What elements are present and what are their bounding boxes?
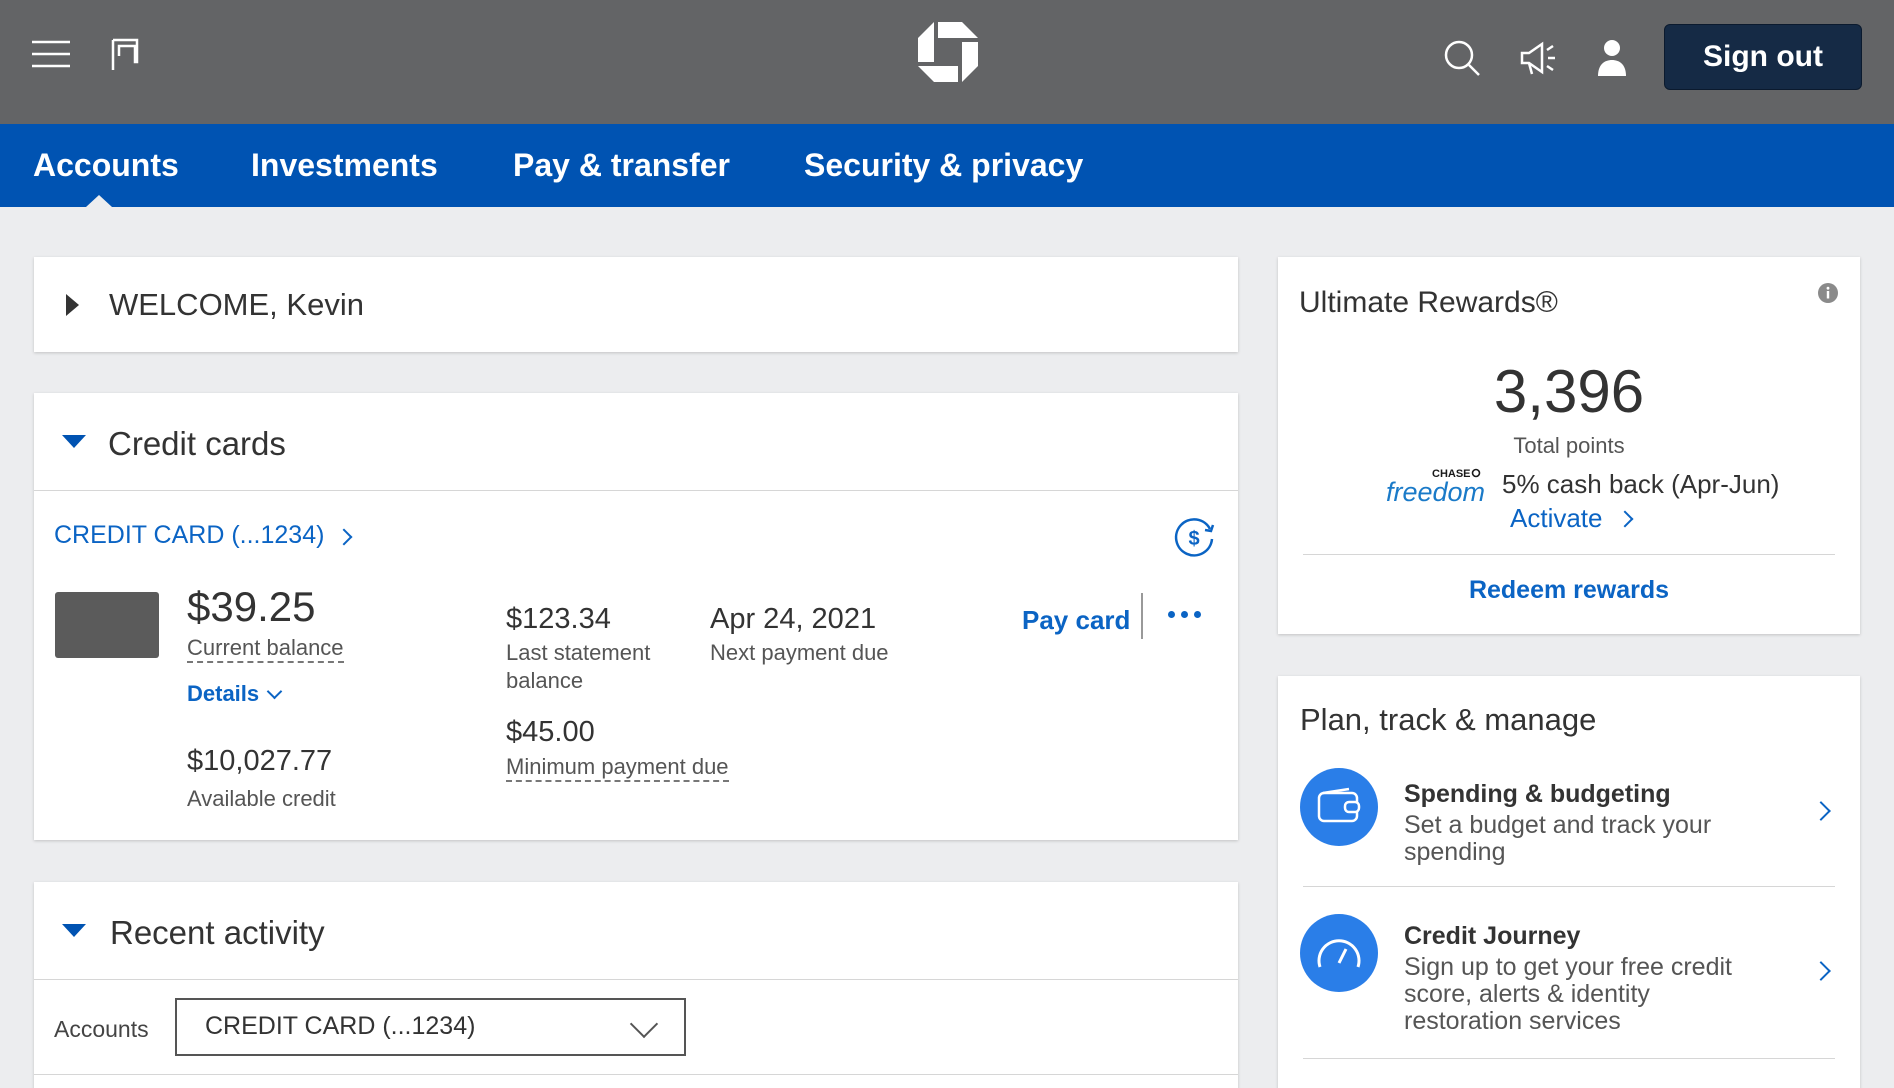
divider xyxy=(1303,1058,1835,1059)
spending-budgeting-heading: Spending & budgeting xyxy=(1404,780,1671,808)
tab-investments[interactable]: Investments xyxy=(251,124,438,207)
plan-track-manage-panel: Plan, track & manage Spending & budgetin… xyxy=(1278,676,1860,1088)
credit-cards-title: Credit cards xyxy=(108,425,286,462)
chase-freedom-logo: CHASE freedom xyxy=(1384,465,1485,511)
collapse-arrow-icon[interactable] xyxy=(62,435,86,448)
divider xyxy=(34,1074,1238,1075)
chevron-down-icon xyxy=(266,683,283,699)
pay-card-button[interactable]: Pay card xyxy=(1022,605,1130,636)
more-options-icon[interactable] xyxy=(1168,611,1201,618)
chevron-right-icon xyxy=(1811,801,1831,821)
available-credit-label: Available credit xyxy=(187,786,336,811)
spending-budgeting-desc-line1: Set a budget and track your xyxy=(1404,811,1712,839)
chevron-right-icon xyxy=(1811,961,1831,981)
chevron-right-icon xyxy=(335,528,353,545)
divider xyxy=(1303,554,1835,555)
ultimate-rewards-panel: Ultimate Rewards® 3,396 Total points CHA… xyxy=(1278,257,1860,634)
search-icon[interactable] xyxy=(1440,36,1484,80)
credit-journey-item[interactable]: Credit Journey Sign up to get your free … xyxy=(1300,914,1840,1044)
sign-out-button[interactable]: Sign out xyxy=(1664,24,1862,90)
divider xyxy=(1303,886,1835,887)
main-nav: Accounts Investments Pay & transfer Secu… xyxy=(0,124,1894,207)
chevron-down-icon xyxy=(629,1009,659,1039)
details-label: Details xyxy=(187,681,260,706)
collapse-arrow-icon[interactable] xyxy=(62,924,86,937)
credit-journey-heading: Credit Journey xyxy=(1404,922,1581,950)
next-payment-label: Next payment due xyxy=(710,640,889,665)
divider xyxy=(1141,593,1143,639)
expand-arrow-icon[interactable] xyxy=(66,294,79,316)
credit-card-account-link[interactable]: CREDIT CARD (...1234) xyxy=(54,521,353,550)
svg-text:freedom: freedom xyxy=(1386,477,1484,507)
activate-label: Activate xyxy=(1510,503,1603,533)
accounts-select[interactable]: CREDIT CARD (...1234) xyxy=(175,998,686,1056)
total-points-label: Total points xyxy=(1513,433,1625,458)
chase-logo[interactable] xyxy=(916,20,980,84)
info-icon[interactable] xyxy=(1818,283,1838,303)
current-balance-value: $39.25 xyxy=(187,583,316,630)
recent-activity-title: Recent activity xyxy=(110,914,325,951)
chevron-right-icon xyxy=(1616,510,1633,527)
top-bar: Sign out xyxy=(0,0,1894,124)
credit-journey-desc-line2: score, alerts & identity xyxy=(1404,980,1650,1008)
last-statement-label-line2: balance xyxy=(506,668,584,693)
credit-cards-header[interactable]: Credit cards xyxy=(34,393,1238,491)
last-statement-balance-value: $123.34 xyxy=(506,603,611,635)
total-points-value: 3,396 xyxy=(1493,358,1645,425)
wallet-icon xyxy=(1300,768,1378,846)
recent-activity-header[interactable]: Recent activity xyxy=(34,882,1238,980)
flag-icon[interactable] xyxy=(106,34,144,74)
card-image xyxy=(55,592,159,658)
svg-text:$: $ xyxy=(1188,528,1199,550)
activate-link[interactable]: Activate xyxy=(1510,503,1633,534)
available-credit-value: $10,027.77 xyxy=(187,745,333,777)
minimum-payment-label[interactable]: Minimum payment due xyxy=(506,754,729,782)
user-icon[interactable] xyxy=(1592,36,1632,80)
minimum-payment-value: $45.00 xyxy=(506,716,595,748)
credit-journey-desc-line1: Sign up to get your free credit xyxy=(1404,953,1732,981)
spending-budgeting-item[interactable]: Spending & budgeting Set a budget and tr… xyxy=(1300,768,1840,878)
minimum-payment-label-text: Minimum payment due xyxy=(506,754,729,782)
speedometer-icon xyxy=(1300,914,1378,992)
autopay-dollar-icon[interactable]: $ xyxy=(1172,515,1216,559)
welcome-text: WELCOME, Kevin xyxy=(109,287,364,322)
tab-security-privacy[interactable]: Security & privacy xyxy=(804,124,1083,207)
current-balance-label-text: Current balance xyxy=(187,635,344,663)
spending-budgeting-desc-line2: spending xyxy=(1404,838,1506,866)
recent-activity-panel: Recent activity Accounts CREDIT CARD (..… xyxy=(34,882,1238,1088)
rewards-title: Ultimate Rewards® xyxy=(1299,286,1558,319)
megaphone-icon[interactable] xyxy=(1516,36,1560,80)
welcome-panel[interactable]: WELCOME, Kevin xyxy=(34,257,1238,352)
last-statement-label-line1: Last statement xyxy=(506,640,651,665)
credit-card-account-label: CREDIT CARD (...1234) xyxy=(54,521,325,549)
details-toggle[interactable]: Details xyxy=(187,681,283,707)
accounts-select-label: Accounts xyxy=(54,1016,149,1042)
menu-icon[interactable] xyxy=(28,34,74,74)
cash-back-offer: 5% cash back (Apr-Jun) xyxy=(1502,469,1780,499)
plan-title: Plan, track & manage xyxy=(1300,702,1597,737)
tab-pay-transfer[interactable]: Pay & transfer xyxy=(513,124,730,207)
credit-cards-panel: Credit cards CREDIT CARD (...1234) $ $39… xyxy=(34,393,1238,840)
current-balance-label[interactable]: Current balance xyxy=(187,635,344,663)
accounts-select-value: CREDIT CARD (...1234) xyxy=(205,1012,476,1040)
next-payment-date: Apr 24, 2021 xyxy=(710,603,877,635)
active-tab-indicator xyxy=(86,195,112,207)
redeem-rewards-link[interactable]: Redeem rewards xyxy=(1278,576,1860,605)
credit-journey-desc-line3: restoration services xyxy=(1404,1007,1621,1035)
